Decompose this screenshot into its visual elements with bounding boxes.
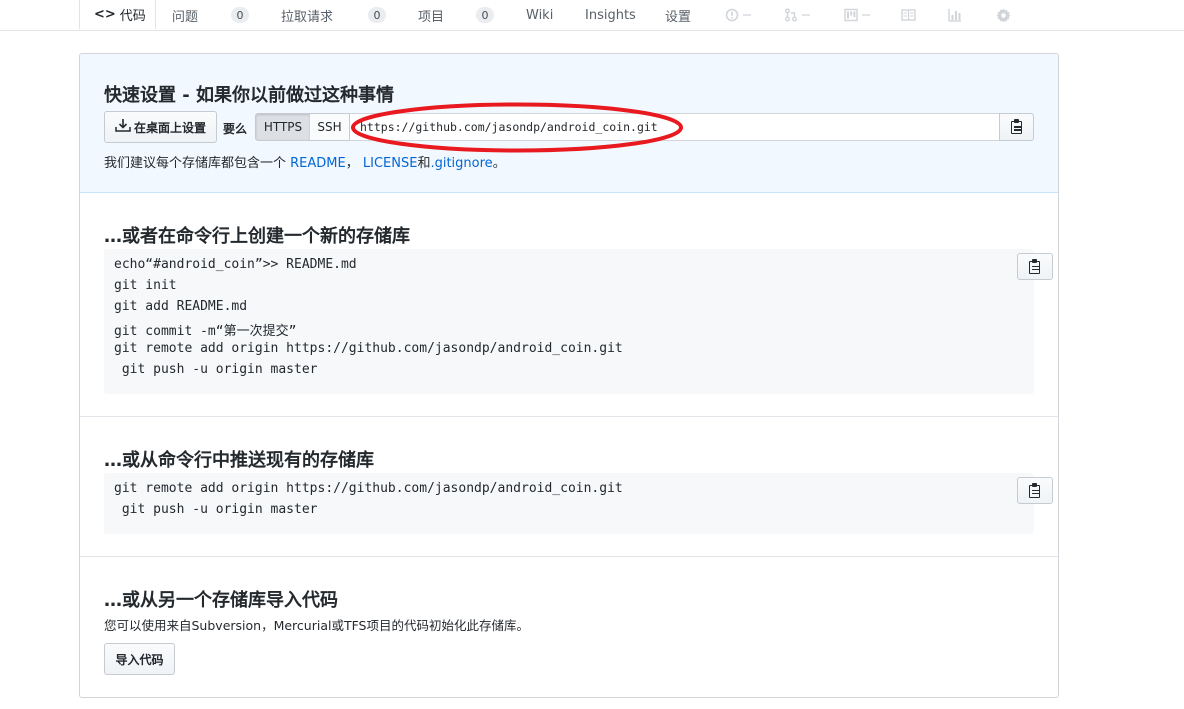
tab-insights[interactable]: Insights — [585, 0, 636, 31]
issue-opened-icon — [724, 7, 740, 23]
code-line: git commit -m“第一次提交” — [114, 324, 297, 339]
tab-issues-label: 问题 — [172, 10, 199, 25]
clipboard-icon — [1028, 482, 1042, 499]
project-board-icon — [843, 7, 859, 23]
graph-icon — [947, 7, 963, 23]
tab-settings-label: 设置 — [665, 10, 692, 25]
recommendation-note: 我们建议每个存储库都包含一个 README， LICENSE和.gitignor… — [104, 152, 506, 171]
repo-nav: <> 代码 问题 0 拉取请求 0 项目 0 Wiki Insights 设置 — [0, 0, 1184, 31]
code-line: echo“#android_coin”>> README.md — [114, 257, 357, 272]
quick-setup-panel: 快速设置 - 如果你以前做过这种事情 在桌面上设置 要么 HTTPS SSH 我… — [80, 54, 1058, 193]
tab-settings[interactable]: 设置 — [665, 0, 691, 31]
https-toggle[interactable]: HTTPS — [255, 113, 311, 141]
copy-push-commands-button[interactable] — [1017, 477, 1053, 504]
code-line: git init — [114, 278, 177, 293]
readme-link[interactable]: README — [290, 156, 346, 171]
code-icon: <> — [94, 7, 116, 22]
note-and: 和 — [417, 156, 431, 171]
create-repo-code-block: echo“#android_coin”>> README.md git init… — [104, 249, 1053, 394]
tab-projects[interactable]: 项目 — [418, 0, 444, 31]
projects-counter: 0 — [476, 7, 494, 23]
empty-repo-box: 快速设置 - 如果你以前做过这种事情 在桌面上设置 要么 HTTPS SSH 我… — [79, 53, 1059, 698]
import-code-button[interactable]: 导入代码 — [104, 643, 175, 675]
tab-pull-requests-label: 拉取请求 — [281, 10, 334, 25]
code-line: git push -u origin master — [114, 362, 318, 377]
copy-create-commands-button[interactable] — [1017, 253, 1053, 280]
gitignore-link[interactable]: .gitignore — [430, 156, 492, 171]
placeholder-bar — [802, 14, 810, 16]
tab-wiki-label: Wiki — [526, 8, 554, 23]
code-line: git push -u origin master — [114, 502, 318, 517]
clipboard-icon — [1028, 258, 1042, 275]
tab-code-label: 代码 — [119, 9, 146, 24]
license-link[interactable]: LICENSE — [363, 156, 418, 171]
gear-icon — [995, 7, 1011, 23]
note-separator: ， — [345, 156, 359, 171]
tab-issues[interactable]: 问题 — [172, 0, 198, 31]
create-repo-title: …或者在命令行上创建一个新的存储库 — [104, 226, 410, 247]
desktop-download-icon — [115, 118, 131, 137]
pull-request-icon — [783, 7, 799, 23]
copy-clone-url-button[interactable] — [999, 113, 1034, 141]
section-divider — [80, 556, 1058, 557]
note-end: 。 — [492, 156, 506, 171]
ssh-toggle[interactable]: SSH — [310, 113, 350, 141]
clipboard-icon — [1010, 119, 1024, 135]
code-line: git remote add origin https://github.com… — [114, 481, 623, 496]
placeholder-bar — [862, 14, 870, 16]
section-divider — [80, 416, 1058, 417]
push-repo-code-block: git remote add origin https://github.com… — [104, 473, 1053, 534]
tab-projects-label: 项目 — [418, 10, 445, 25]
import-code-title: …或从另一个存储库导入代码 — [104, 590, 338, 611]
issues-counter: 0 — [231, 7, 249, 23]
import-code-description: 您可以使用来自Subversion，Mercurial或TFS项目的代码初始化此… — [104, 618, 529, 633]
book-icon — [900, 7, 916, 23]
pull-requests-counter: 0 — [368, 7, 386, 23]
tab-wiki[interactable]: Wiki — [526, 0, 553, 31]
tab-code[interactable]: <> 代码 — [79, 0, 156, 29]
note-text: 我们建议每个存储库都包含一个 — [104, 156, 291, 171]
or-label: 要么 — [223, 122, 248, 136]
push-repo-title: …或从命令行中推送现有的存储库 — [104, 450, 374, 471]
tab-insights-label: Insights — [585, 8, 636, 23]
code-line: git remote add origin https://github.com… — [114, 341, 623, 356]
tab-pull-requests[interactable]: 拉取请求 — [281, 0, 333, 31]
setup-in-desktop-button[interactable]: 在桌面上设置 — [104, 111, 217, 143]
placeholder-bar — [743, 14, 751, 16]
setup-in-desktop-label: 在桌面上设置 — [133, 120, 206, 135]
code-line: git add README.md — [114, 299, 248, 314]
quick-setup-title: 快速设置 - 如果你以前做过这种事情 — [104, 85, 395, 106]
clone-url-input[interactable] — [350, 113, 1000, 141]
